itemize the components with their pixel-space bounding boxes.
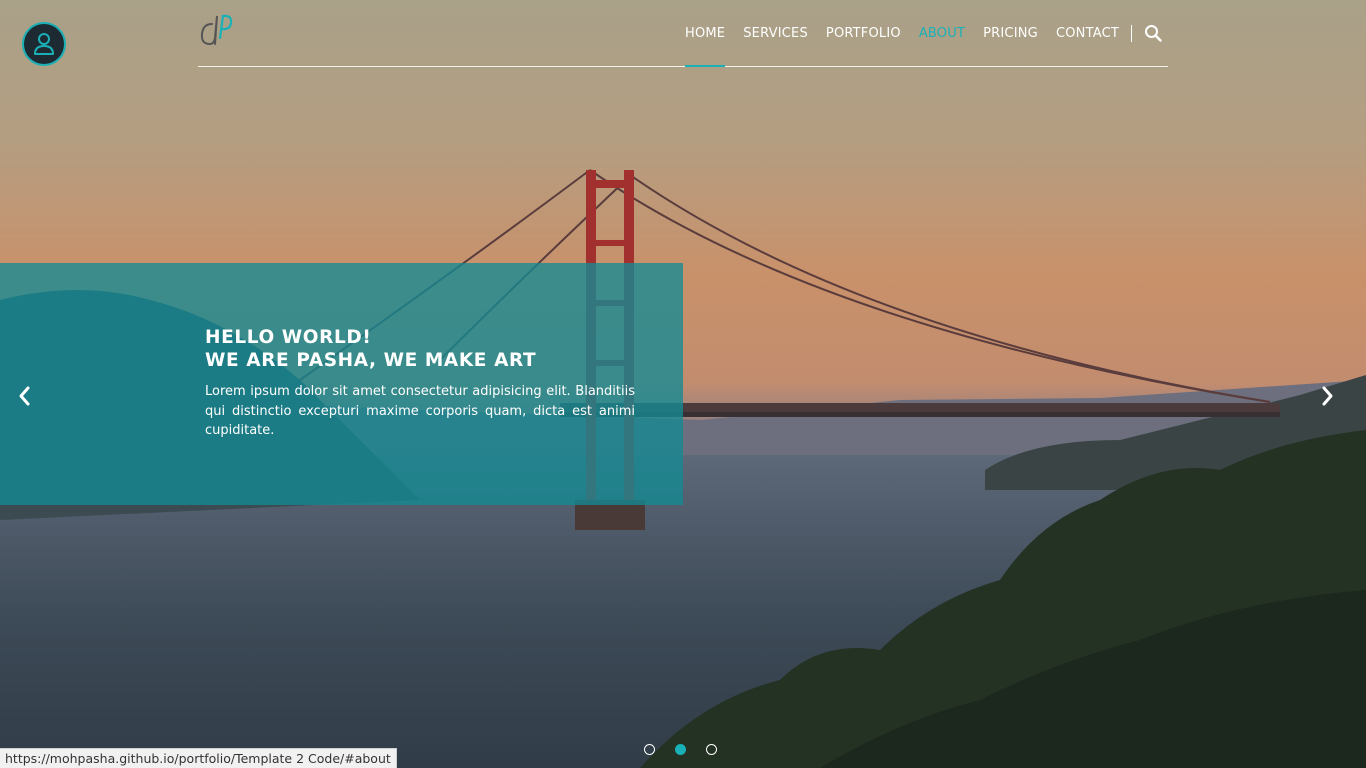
brand-logo[interactable] [198, 12, 238, 48]
slide-title: HELLO WORLD! WE ARE PASHA, WE MAKE ART [205, 326, 536, 372]
hero-section: HOME SERVICES PORTFOLIO ABOUT PRICING CO… [0, 0, 1366, 768]
carousel-indicator-2[interactable] [675, 744, 686, 755]
carousel-indicators [644, 744, 717, 755]
status-bar-url: https://mohpasha.github.io/portfolio/Tem… [0, 748, 397, 768]
carousel-indicator-3[interactable] [706, 744, 717, 755]
slide-description: Lorem ipsum dolor sit amet consectetur a… [205, 384, 635, 438]
nav-divider [1131, 24, 1132, 42]
nav-item-services[interactable]: SERVICES [743, 0, 808, 66]
nav-item-pricing[interactable]: PRICING [983, 0, 1038, 66]
search-button[interactable] [1144, 24, 1162, 42]
chevron-left-icon [19, 386, 30, 406]
nav-item-portfolio[interactable]: PORTFOLIO [826, 0, 901, 66]
search-icon [1145, 25, 1162, 42]
nav-item-home[interactable]: HOME [684, 0, 726, 67]
main-navbar: HOME SERVICES PORTFOLIO ABOUT PRICING CO… [198, 0, 1168, 67]
carousel-prev-button[interactable] [12, 383, 36, 409]
nav-item-about[interactable]: ABOUT [919, 0, 965, 66]
chevron-right-icon [1322, 386, 1333, 406]
carousel-indicator-1[interactable] [644, 744, 655, 755]
nav-item-contact[interactable]: CONTACT [1056, 0, 1119, 66]
slide-title-line-2: WE ARE PASHA, WE MAKE ART [205, 350, 537, 371]
user-icon [34, 33, 54, 55]
user-button[interactable] [22, 22, 66, 66]
carousel-next-button[interactable] [1316, 383, 1340, 409]
slide-title-line-1: HELLO WORLD! [205, 327, 372, 348]
nav-links: HOME SERVICES PORTFOLIO ABOUT PRICING CO… [684, 0, 1168, 67]
